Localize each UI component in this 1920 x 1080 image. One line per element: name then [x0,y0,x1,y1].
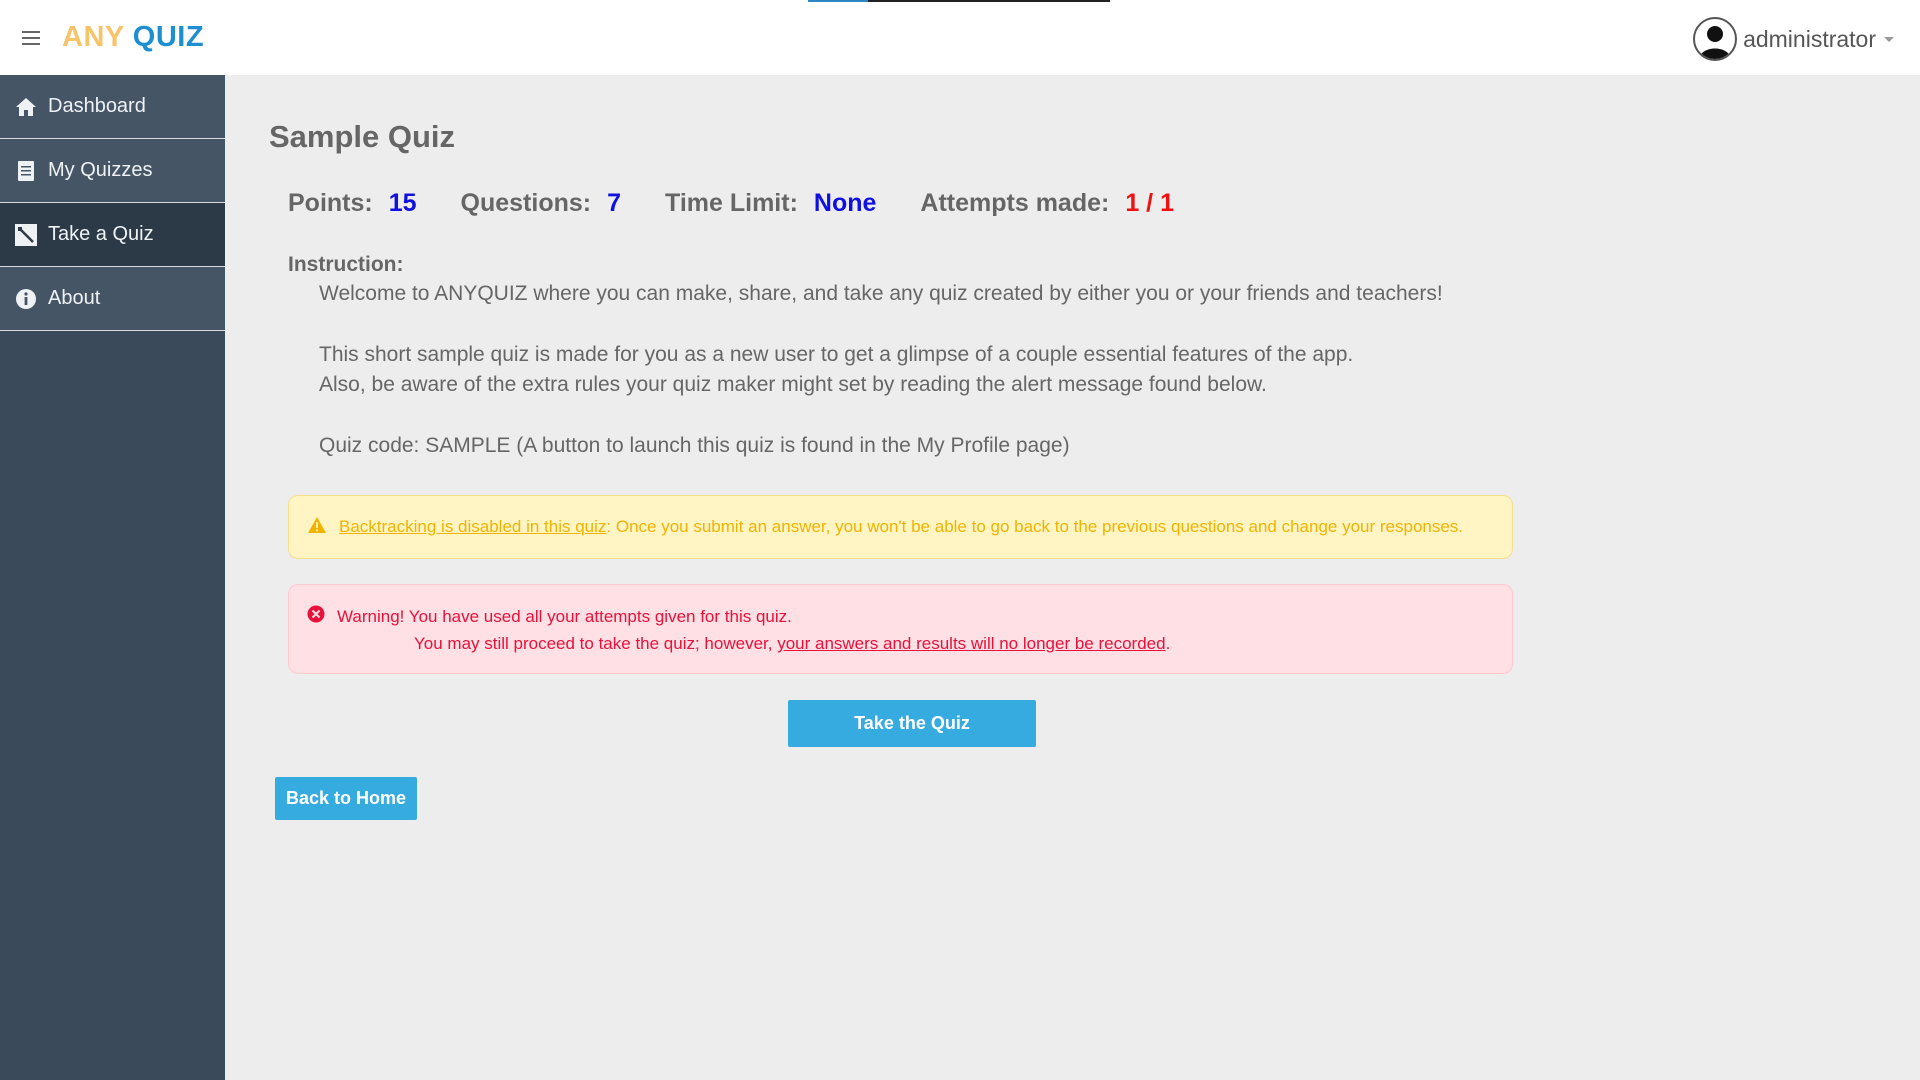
points-label: Points: [288,189,373,217]
home-icon [14,95,38,119]
quiz-icon [14,223,38,247]
stat-points: Points: 15 [288,189,417,218]
warning-triangle-icon [307,516,327,539]
user-name: administrator [1743,25,1876,52]
danger-line2-prefix: You may still proceed to take the quiz; … [414,634,778,653]
brand-logo[interactable]: ANY QUIZ [62,21,204,54]
document-icon [14,159,38,183]
sidebar: Dashboard My Quizzes Take a Quiz About [0,75,225,1080]
take-the-quiz-button[interactable]: Take the Quiz [788,700,1036,747]
instruction-line: Also, be aware of the extra rules your q… [319,373,1267,396]
warning-text: : Once you submit an answer, you won't b… [606,517,1464,536]
user-menu[interactable]: administrator [1693,17,1894,61]
instruction-line: This short sample quiz is made for you a… [319,343,1354,366]
caret-down-icon [1884,36,1894,42]
page-title: Sample Quiz [269,119,456,154]
top-navbar: ANY QUIZ administrator [0,0,1920,75]
attempts-danger-alert: Warning! You have used all your attempts… [288,584,1513,674]
danger-line2-suffix: . [1165,634,1171,653]
loading-progress-bar [808,0,1110,2]
questions-value: 7 [607,189,622,217]
sidebar-item-take-a-quiz[interactable]: Take a Quiz [0,203,225,267]
points-value: 15 [388,189,417,217]
sidebar-item-dashboard[interactable]: Dashboard [0,75,225,139]
stat-time-limit: Time Limit: None [665,189,876,218]
sidebar-item-label: Dashboard [48,95,146,117]
instruction-line: Welcome to ANYQUIZ where you can make, s… [319,282,1443,305]
back-to-home-button[interactable]: Back to Home [275,777,417,820]
stat-questions: Questions: 7 [461,189,621,218]
sidebar-item-label: My Quizzes [48,159,153,181]
attempts-value: 1 / 1 [1125,189,1174,217]
backtracking-warning-alert: Backtracking is disabled in this quiz : … [288,495,1513,559]
attempts-label: Attempts made: [920,189,1110,217]
backtracking-link[interactable]: Backtracking is disabled in this quiz [339,517,606,537]
sidebar-item-my-quizzes[interactable]: My Quizzes [0,139,225,203]
main-content: Sample Quiz Points: 15 Questions: 7 Time… [225,75,1920,1080]
danger-line1: Warning! You have used all your attempts… [337,606,792,626]
quiz-stats: Points: 15 Questions: 7 Time Limit: None… [288,189,1218,218]
avatar [1693,17,1738,61]
sidebar-item-label: Take a Quiz [48,223,154,245]
instruction-line: Quiz code: SAMPLE (A button to launch th… [319,434,1070,457]
hamburger-icon[interactable] [22,30,40,45]
danger-line2-link[interactable]: your answers and results will no longer … [777,634,1165,653]
sidebar-item-label: About [48,287,101,309]
brand-quiz: QUIZ [132,21,205,53]
info-icon [14,287,38,311]
stat-attempts: Attempts made: 1 / 1 [920,189,1174,218]
questions-label: Questions: [460,189,592,217]
time-limit-value: None [813,189,877,217]
time-limit-label: Time Limit: [665,189,798,217]
sidebar-item-about[interactable]: About [0,267,225,331]
error-circle-icon [307,605,325,628]
brand-any: ANY [62,21,125,53]
instruction-label: Instruction: [288,253,404,276]
